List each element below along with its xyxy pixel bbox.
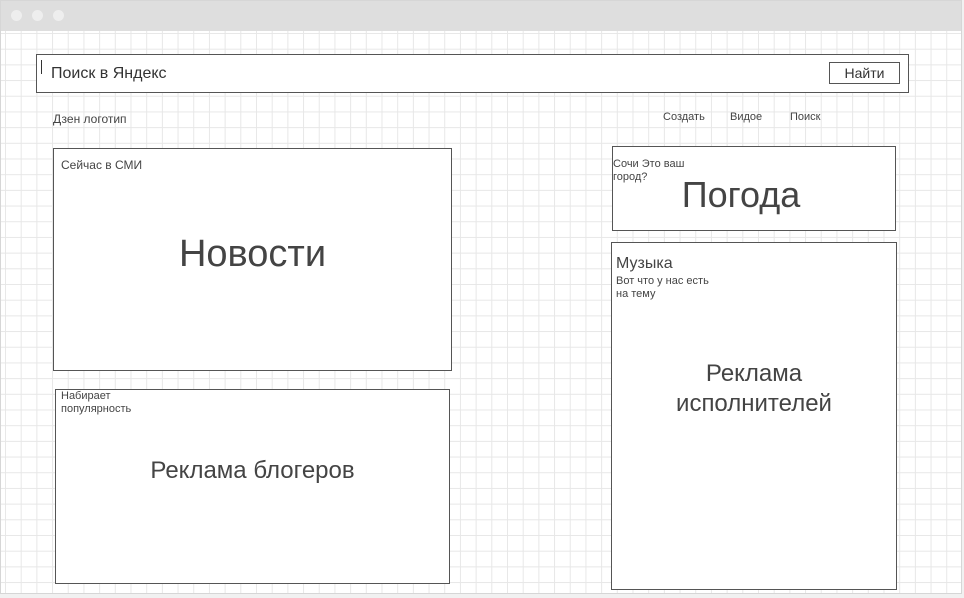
weather-caption-line2: город? <box>613 171 648 183</box>
window-maximize-dot[interactable] <box>53 10 64 21</box>
weather-caption-line1: Сочи Это ваш <box>613 158 685 170</box>
search-button[interactable]: Найти <box>829 62 900 84</box>
music-block[interactable]: Музыка Вот что у нас есть на тему Реклам… <box>611 242 897 590</box>
browser-window: Поиск в Яндекс Найти Дзен логотип Создат… <box>0 0 962 594</box>
weather-block[interactable]: Сочи Это ваш город? Погода <box>612 146 896 231</box>
music-title-line2: исполнителей <box>676 390 832 417</box>
news-caption: Сейчас в СМИ <box>61 158 143 172</box>
logo-text[interactable]: Дзен логотип <box>53 112 127 126</box>
window-close-dot[interactable] <box>11 10 22 21</box>
music-heading: Музыка <box>616 255 673 272</box>
music-caption-line2: на тему <box>616 288 656 300</box>
bloggers-block[interactable]: Набирает популярность Реклама блогеров <box>55 389 450 584</box>
music-caption-line1: Вот что у нас есть <box>616 275 709 287</box>
music-title-line1: Реклама <box>705 360 803 387</box>
weather-title: Погода <box>681 174 801 215</box>
nav-search-link[interactable]: Поиск <box>790 111 820 123</box>
search-input[interactable]: Поиск в Яндекс <box>51 65 167 83</box>
text-cursor <box>41 60 42 74</box>
window-minimize-dot[interactable] <box>32 10 43 21</box>
bloggers-caption-line2: популярность <box>61 403 132 415</box>
bloggers-title: Реклама блогеров <box>150 457 355 484</box>
nav-video-link[interactable]: Видое <box>730 111 762 123</box>
search-bar[interactable]: Поиск в Яндекс Найти <box>36 54 909 93</box>
news-block[interactable]: Сейчас в СМИ Новости <box>53 148 452 371</box>
nav-create-link[interactable]: Создать <box>663 111 705 123</box>
wireframe-canvas: Поиск в Яндекс Найти Дзен логотип Создат… <box>1 31 961 593</box>
news-title: Новости <box>178 233 327 275</box>
window-titlebar <box>1 1 961 31</box>
bloggers-caption-line1: Набирает <box>61 390 111 402</box>
music-title: Реклама исполнителей <box>612 359 896 419</box>
